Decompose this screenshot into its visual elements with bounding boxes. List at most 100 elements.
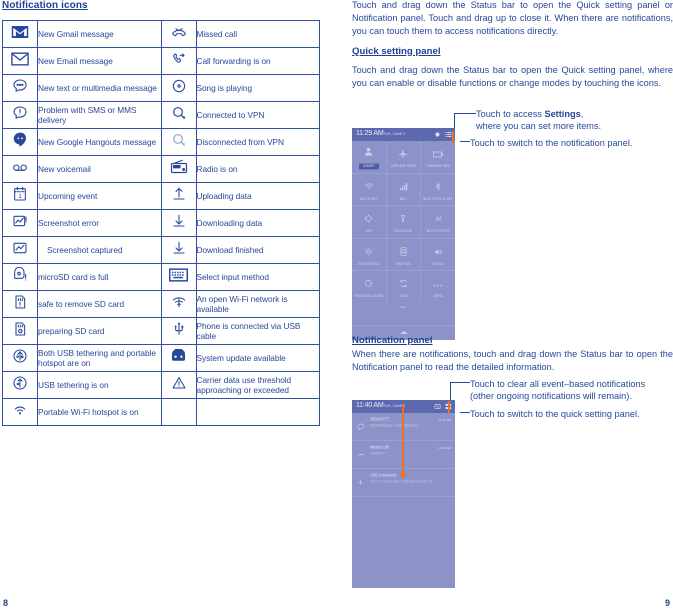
icon-cell-right bbox=[160, 20, 197, 48]
quick-tile-flashlight[interactable]: FLASHLIGHT bbox=[386, 206, 421, 238]
clear-notifications-callout: Touch to clear all event–based notificat… bbox=[470, 378, 645, 402]
label-cell-right: Download finished bbox=[195, 236, 320, 264]
table-row: New voicemail Radio is on bbox=[2, 155, 320, 183]
sdcard-full-icon bbox=[11, 266, 29, 283]
quick-setting-panel-screenshot: 11:29 AMTUE, JUNE 3 OWNER AIRPLANE MODE CH… bbox=[352, 128, 455, 340]
quick-settings-grid[interactable]: OWNER AIRPLANE MODE CHARGING 98% WI-FI IS O… bbox=[352, 141, 455, 303]
icon-cell-left bbox=[2, 20, 38, 48]
quick-tile-airplane-mode[interactable]: AIRPLANE MODE bbox=[386, 141, 421, 173]
gmail-icon bbox=[11, 25, 29, 39]
missed-call-icon bbox=[170, 24, 188, 40]
icon-cell-left bbox=[2, 128, 38, 156]
left-page: Notification icons New Gmail message Miss… bbox=[0, 0, 330, 614]
upload-icon bbox=[170, 186, 188, 202]
notification-time: 11:39 AM bbox=[438, 446, 451, 450]
icon-cell-left bbox=[2, 317, 38, 345]
usb-icon bbox=[357, 473, 366, 492]
leader-line-clear-h bbox=[450, 382, 470, 383]
calendar-event-icon: 1 bbox=[11, 186, 29, 202]
quick-tile-wi-fi-is-off[interactable]: WI-FI IS OFF bbox=[352, 173, 386, 205]
label-cell-right: Downloading data bbox=[195, 209, 320, 237]
radio-icon bbox=[170, 159, 188, 174]
table-row: Both USB tethering and portable hotspot … bbox=[2, 344, 320, 372]
list-view-icon[interactable] bbox=[445, 131, 452, 138]
quick-tile-wi-fi-hotspot[interactable]: W WI-FI HOTSPOT bbox=[421, 206, 455, 238]
status-time-value: 11:29 AM bbox=[356, 130, 384, 137]
status-bar-icons bbox=[434, 131, 452, 138]
quick-tile-bell[interactable]: BELL bbox=[386, 173, 421, 205]
user-avatar-icon bbox=[363, 144, 374, 162]
quick-tile-more[interactable]: MORE bbox=[421, 271, 455, 303]
icon-cell-left bbox=[2, 101, 38, 129]
quick-tile-bluetooth-is-off[interactable]: BLUETOOTH IS OFF bbox=[421, 173, 455, 205]
leader-line-settings-h bbox=[454, 113, 476, 114]
music-playing-icon bbox=[170, 78, 188, 94]
manual-page-spread: Notification icons New Gmail message Miss… bbox=[0, 0, 673, 614]
settings-callout-text2: where you can set more items. bbox=[476, 121, 602, 131]
settings-callout: Touch to access Settings, where you can … bbox=[476, 108, 601, 132]
quick-tile-owner[interactable]: OWNER bbox=[352, 141, 386, 173]
status-time-value-2: 11:40 AM bbox=[356, 402, 384, 409]
label-cell-left: microSD card is full bbox=[37, 263, 162, 291]
label-cell-left: New voicemail bbox=[37, 155, 162, 183]
call-forwarding-icon bbox=[170, 51, 188, 67]
signal-bars-icon bbox=[399, 178, 408, 196]
table-row: New Gmail message Missed call bbox=[2, 20, 320, 48]
label-cell-left: Portable Wi-Fi hotspot is on bbox=[37, 398, 162, 426]
icon-cell-right bbox=[160, 371, 197, 399]
usb-tethering-icon bbox=[11, 375, 29, 391]
quick-setting-heading: Quick setting panel bbox=[352, 45, 441, 57]
table-row: Portable Wi-Fi hotspot is on bbox=[2, 398, 320, 426]
icon-cell-right bbox=[160, 209, 197, 237]
clear-callout-line2: (other ongoing notifications will remain… bbox=[470, 391, 632, 401]
quick-tile-brightness[interactable]: BRIGHTNESS bbox=[352, 238, 386, 270]
timeout-icon bbox=[400, 243, 407, 261]
icon-cell-left bbox=[2, 371, 38, 399]
label-cell-left: safe to remove SD card bbox=[37, 290, 162, 318]
right-page: Touch and drag down the Status bar to op… bbox=[352, 0, 673, 614]
quick-tile-charging-98[interactable]: CHARGING 98% bbox=[421, 141, 455, 173]
quick-tile-label: TIME OUT bbox=[396, 261, 411, 266]
table-row: Problem with SMS or MMS delivery Connecte… bbox=[2, 101, 320, 129]
wifi-icon bbox=[364, 178, 374, 196]
settings-gear-icon[interactable] bbox=[434, 131, 441, 138]
icon-cell-left bbox=[2, 263, 38, 291]
clear-all-icon[interactable] bbox=[434, 403, 441, 410]
status-time-date: TUE, JUNE 3 bbox=[383, 132, 406, 136]
usb-icon bbox=[170, 321, 188, 337]
sync-icon bbox=[399, 275, 408, 293]
gps-icon bbox=[364, 210, 373, 228]
table-row: New Email message Call forwarding is on bbox=[2, 47, 320, 75]
notification-empty-area: Bell bbox=[352, 497, 455, 588]
switch-to-notification-callout: Touch to switch to the notification pane… bbox=[470, 138, 633, 148]
notification-subtitle: Touch to shows other USB options and oth bbox=[370, 479, 433, 484]
hotspot-icon: W bbox=[434, 210, 443, 228]
icon-cell-right bbox=[160, 101, 197, 129]
chevron-up-icon[interactable] bbox=[399, 331, 408, 334]
message-icon bbox=[357, 417, 366, 436]
quick-tile-rotation-locked[interactable]: ROTATION LOCKED bbox=[352, 271, 386, 303]
quick-tile-label: FLASHLIGHT bbox=[394, 228, 413, 234]
quick-tile-sync[interactable]: SYNC bbox=[386, 271, 421, 303]
label-cell-right: Uploading data bbox=[195, 182, 320, 210]
quick-settings-empty-area: Bell bbox=[352, 302, 455, 325]
quick-tile-gps[interactable]: GPS bbox=[352, 206, 386, 238]
notification-icons-table: New Gmail message Missed call New Email me… bbox=[2, 20, 320, 426]
label-cell-right: Phone is connected via USB cable bbox=[195, 317, 320, 345]
label-cell-left: Screenshot captured bbox=[37, 236, 162, 264]
soft-key-label: Bell bbox=[400, 304, 407, 309]
table-row: microSD card is full Select input method bbox=[2, 263, 320, 291]
quick-tile-sound[interactable]: SOUND bbox=[421, 238, 455, 270]
wifi-hotspot-icon bbox=[11, 402, 29, 418]
status-bar-time: 11:29 AMTUE, JUNE 3 bbox=[356, 130, 405, 137]
drag-arrow-head bbox=[399, 473, 407, 479]
label-cell-right: Missed call bbox=[195, 20, 320, 48]
page-title: Notification icons bbox=[2, 0, 88, 11]
download-finished-icon bbox=[170, 240, 188, 256]
page-number-left: 8 bbox=[3, 598, 9, 608]
icon-cell-right-empty bbox=[160, 398, 197, 426]
quick-tile-label: BLUETOOTH IS OFF bbox=[423, 196, 453, 201]
keyboard-icon bbox=[169, 267, 188, 282]
quick-tile-time-out[interactable]: TIME OUT bbox=[386, 238, 421, 270]
label-cell-right: An open Wi-Fi network is available bbox=[195, 290, 320, 318]
